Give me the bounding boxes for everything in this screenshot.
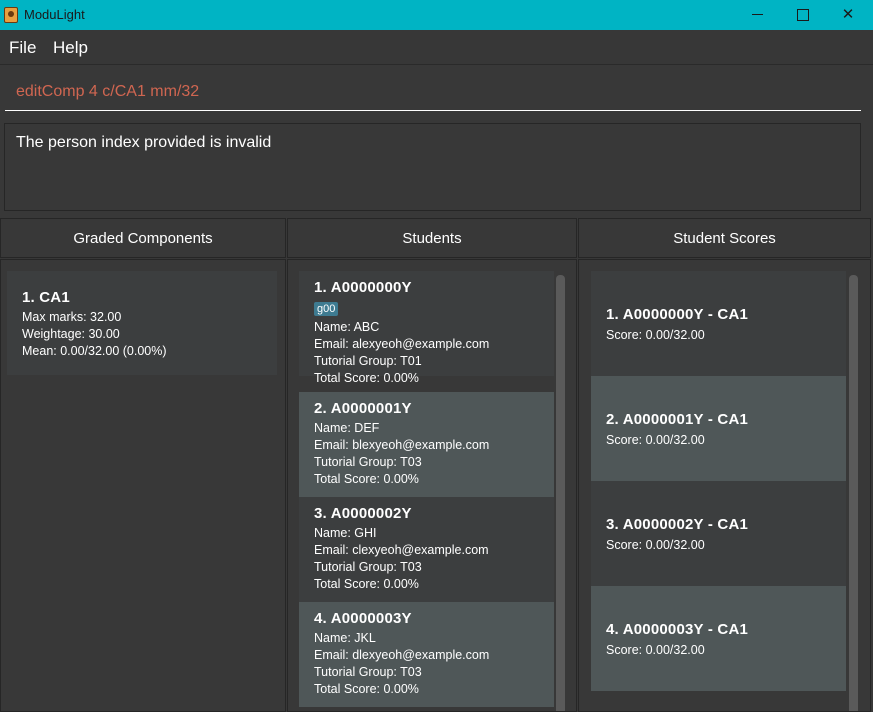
- student-card[interactable]: 4. A0000003Y Name: JKL Email: dlexyeoh@e…: [299, 602, 554, 707]
- students-header: Students: [287, 218, 577, 258]
- result-display: The person index provided is invalid: [4, 123, 861, 211]
- student-total-score: Total Score: 0.00%: [314, 577, 419, 591]
- score-title: 2. A0000001Y - CA1: [606, 411, 749, 428]
- student-total-score: Total Score: 0.00%: [314, 472, 419, 486]
- score-title: 3. A0000002Y - CA1: [606, 516, 749, 533]
- student-card[interactable]: 1. A0000000Y g00 Name: ABC Email: alexye…: [299, 271, 554, 385]
- student-scores-header: Student Scores: [578, 218, 871, 258]
- score-value: Score: 0.00/32.00: [606, 328, 705, 342]
- score-card[interactable]: 4. A0000003Y - CA1 Score: 0.00/32.00: [591, 586, 846, 691]
- student-tag: g00: [314, 302, 339, 316]
- student-tutorial-group: Tutorial Group: T03: [314, 665, 422, 679]
- score-value: Score: 0.00/32.00: [606, 643, 705, 657]
- menu-bar: File Help: [0, 30, 873, 65]
- student-tutorial-group: Tutorial Group: T03: [314, 560, 422, 574]
- command-input[interactable]: [5, 74, 861, 111]
- student-title: 3. A0000002Y: [314, 505, 412, 522]
- score-value: Score: 0.00/32.00: [606, 538, 705, 552]
- student-scores-panel: 1. A0000000Y - CA1 Score: 0.00/32.00 2. …: [578, 259, 871, 712]
- student-title: 1. A0000000Y: [314, 279, 412, 296]
- maximize-icon[interactable]: [779, 0, 825, 30]
- menu-file[interactable]: File: [9, 38, 36, 58]
- score-title: 1. A0000000Y - CA1: [606, 306, 749, 323]
- student-email: Email: blexyeoh@example.com: [314, 438, 490, 452]
- student-email: Email: clexyeoh@example.com: [314, 543, 489, 557]
- student-name: Name: JKL: [314, 631, 376, 645]
- component-mean: Mean: 0.00/32.00 (0.00%): [22, 344, 167, 358]
- student-email: Email: alexyeoh@example.com: [314, 337, 490, 351]
- student-tutorial-group: Tutorial Group: T01: [314, 354, 422, 368]
- student-name: Name: DEF: [314, 421, 380, 435]
- graded-components-panel: 1. CA1 Max marks: 32.00 Weightage: 30.00…: [0, 259, 286, 712]
- minimize-icon[interactable]: [735, 0, 781, 30]
- student-total-score: Total Score: 0.00%: [314, 371, 419, 385]
- student-tutorial-group: Tutorial Group: T03: [314, 455, 422, 469]
- score-card[interactable]: 1. A0000000Y - CA1 Score: 0.00/32.00: [591, 271, 846, 376]
- score-title: 4. A0000003Y - CA1: [606, 621, 749, 638]
- student-card[interactable]: 2. A0000001Y Name: DEF Email: blexyeoh@e…: [299, 392, 554, 497]
- students-panel: 1. A0000000Y g00 Name: ABC Email: alexye…: [287, 259, 577, 712]
- student-email: Email: dlexyeoh@example.com: [314, 648, 490, 662]
- command-box: [0, 66, 873, 116]
- menu-help[interactable]: Help: [53, 38, 88, 58]
- score-card[interactable]: 2. A0000001Y - CA1 Score: 0.00/32.00: [591, 376, 846, 481]
- student-card[interactable]: 3. A0000002Y Name: GHI Email: clexyeoh@e…: [299, 497, 554, 602]
- component-max-marks: Max marks: 32.00: [22, 310, 122, 324]
- student-name: Name: ABC: [314, 320, 380, 334]
- component-title: 1. CA1: [22, 289, 70, 306]
- close-icon[interactable]: ✕: [825, 0, 871, 30]
- score-card[interactable]: 3. A0000002Y - CA1 Score: 0.00/32.00: [591, 481, 846, 586]
- app-icon: [4, 7, 18, 23]
- title-bar: ModuLight ✕: [0, 0, 873, 30]
- student-name: Name: GHI: [314, 526, 377, 540]
- student-title: 4. A0000003Y: [314, 610, 412, 627]
- window-title: ModuLight: [24, 7, 85, 22]
- student-total-score: Total Score: 0.00%: [314, 682, 419, 696]
- students-scrollbar[interactable]: [556, 275, 565, 711]
- result-text: The person index provided is invalid: [16, 134, 272, 151]
- scores-scrollbar[interactable]: [849, 275, 858, 711]
- component-weightage: Weightage: 30.00: [22, 327, 120, 341]
- score-value: Score: 0.00/32.00: [606, 433, 705, 447]
- student-title: 2. A0000001Y: [314, 400, 412, 417]
- component-card[interactable]: 1. CA1 Max marks: 32.00 Weightage: 30.00…: [7, 271, 277, 375]
- graded-components-header: Graded Components: [0, 218, 286, 258]
